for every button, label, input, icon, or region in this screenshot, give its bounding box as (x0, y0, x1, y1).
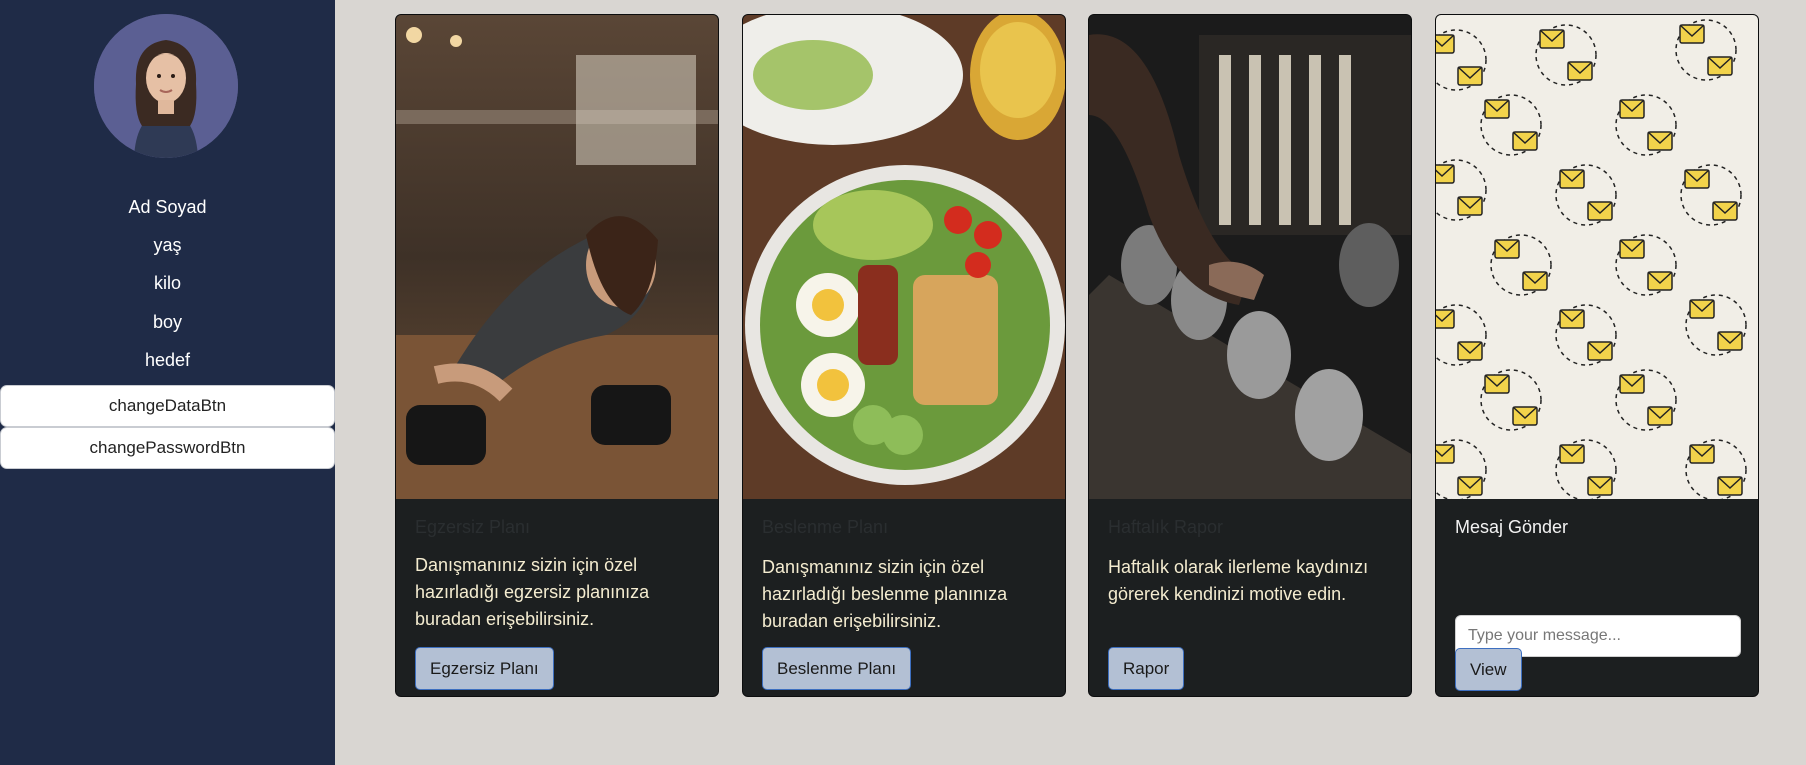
nutrition-plan-button[interactable]: Beslenme Planı (762, 647, 912, 690)
card-text: Haftalık olarak ilerleme kaydınızı görer… (1108, 557, 1369, 604)
card-text: Danışmanınız sizin için özel hazırladığı… (762, 557, 1008, 631)
nutrition-plan-card: Beslenme Planı Danışmanınız sizin için ö… (742, 14, 1066, 697)
change-password-button[interactable]: changePasswordBtn (0, 427, 335, 469)
card-title: Haftalık Rapor (1108, 517, 1224, 537)
salad-photo-icon (743, 15, 1065, 499)
card-text: Danışmanınız sizin için özel hazırladığı… (415, 555, 650, 629)
profile-age: yaş (153, 235, 182, 255)
envelope-pattern-icon (1436, 15, 1758, 499)
profile-avatar (94, 14, 238, 158)
profile-goal: hedef (144, 350, 191, 370)
profile-name: Ad Soyad (128, 197, 207, 217)
nutrition-image (743, 15, 1065, 499)
exercise-plan-card: Egzersiz Planı Danışmanınız sizin için ö… (395, 14, 719, 697)
card-title: Mesaj Gönder (1455, 517, 1569, 537)
profile-weight: kilo (153, 273, 181, 293)
card-title: Egzersiz Planı (415, 517, 531, 537)
card-title: Beslenme Planı (762, 517, 889, 537)
sidebar: Ad Soyad yaş kilo boy hedef changeDataBt… (0, 0, 335, 765)
change-data-button[interactable]: changeDataBtn (0, 385, 335, 427)
exercise-plan-button[interactable]: Egzersiz Planı (415, 647, 554, 690)
profile-height: boy (152, 312, 183, 332)
message-image (1436, 15, 1758, 499)
person-photo-icon (94, 14, 238, 158)
report-card: Haftalık Rapor Haftalık olarak ilerleme … (1088, 14, 1412, 697)
pushup-photo-icon (396, 15, 718, 499)
dumbbell-rack-photo-icon (1089, 15, 1411, 499)
message-card: Mesaj Gönder View (1435, 14, 1759, 697)
report-image (1089, 15, 1411, 499)
view-button[interactable]: View (1455, 648, 1522, 691)
exercise-image (396, 15, 718, 499)
report-button[interactable]: Rapor (1108, 647, 1185, 690)
